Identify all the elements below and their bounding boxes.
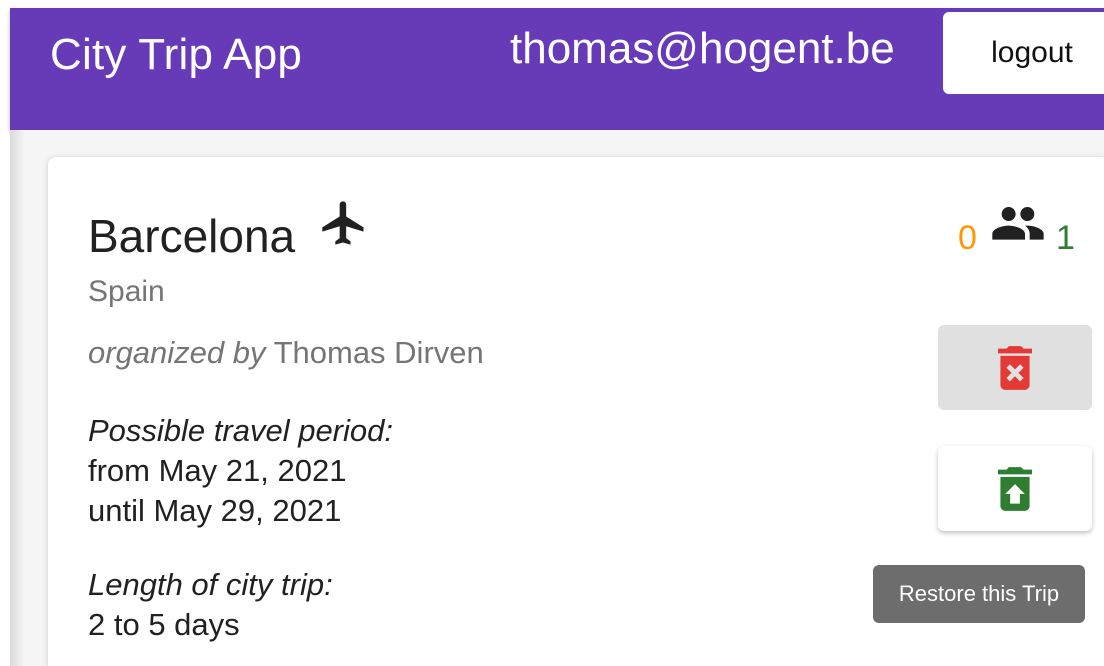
organized-by-label: organized by xyxy=(88,335,266,370)
airplane-icon xyxy=(322,201,364,245)
participants-pending-count: 0 xyxy=(958,219,977,257)
travel-period-label: Possible travel period: xyxy=(88,413,393,448)
trip-city-name: Barcelona xyxy=(88,210,296,262)
organizer-line: organized by Thomas Dirven xyxy=(88,335,484,371)
trip-country: Spain xyxy=(88,275,165,308)
delete-forever-icon xyxy=(998,345,1032,390)
restore-tooltip: Restore this Trip xyxy=(873,565,1085,623)
restore-trip-button[interactable] xyxy=(938,446,1092,531)
participants-confirmed-count: 1 xyxy=(1056,219,1075,257)
trip-length-label: Length of city trip: xyxy=(88,567,333,602)
app-header: City Trip App thomas@hogent.be logout xyxy=(10,8,1104,130)
drawer-edge-shadow xyxy=(10,130,24,666)
user-email: thomas@hogent.be xyxy=(510,24,895,73)
restore-from-trash-icon xyxy=(998,466,1032,511)
travel-period-until: until May 29, 2021 xyxy=(88,493,342,528)
people-icon xyxy=(992,207,1044,240)
page: City Trip App thomas@hogent.be logout Ba… xyxy=(0,0,1104,666)
travel-period-from: from May 21, 2021 xyxy=(88,453,347,488)
trip-card: Barcelona Spain organized by Thomas Dirv… xyxy=(48,157,1104,666)
logout-button[interactable]: logout xyxy=(943,12,1104,94)
trip-length-value: 2 to 5 days xyxy=(88,607,240,642)
delete-trip-button[interactable] xyxy=(938,325,1092,410)
organizer-name: Thomas Dirven xyxy=(273,335,484,370)
app-title[interactable]: City Trip App xyxy=(50,30,302,80)
